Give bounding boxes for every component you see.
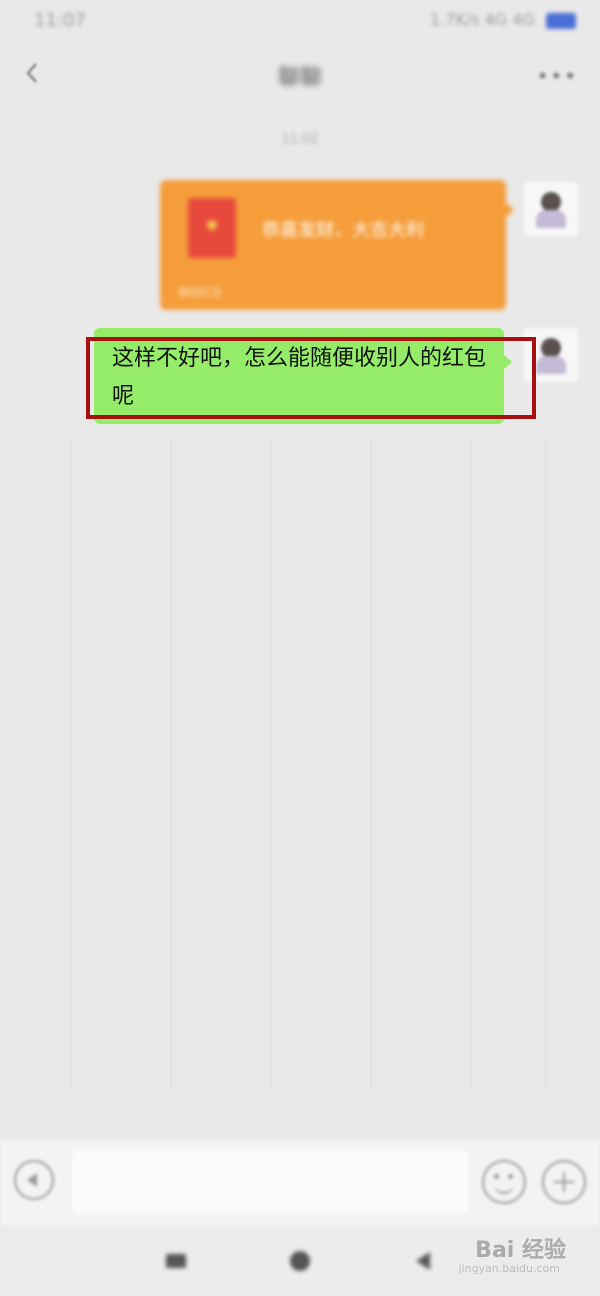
status-indicators: 1.7K/s 4G 4G — [430, 10, 576, 29]
red-packet-label: 微信红包 — [178, 286, 222, 299]
network-speed: 1.7K/s 4G 4G — [429, 10, 535, 29]
message-timestamp: 11:02 — [281, 132, 319, 147]
avatar[interactable] — [524, 182, 578, 236]
battery-icon — [546, 12, 576, 29]
watermark-brand: Bai 经验 — [475, 1238, 566, 1263]
red-envelope-icon — [188, 198, 236, 258]
input-bar — [0, 1140, 600, 1226]
menu-icon[interactable] — [166, 1254, 186, 1268]
chat-title: 聊聊 — [277, 66, 322, 91]
bubble-tail — [505, 202, 514, 218]
watermark-url: jingyan.baidu.com — [458, 1262, 560, 1275]
emoji-button[interactable] — [482, 1160, 526, 1204]
chat-header: 聊聊 ••• — [0, 46, 600, 102]
more-button[interactable]: ••• — [537, 64, 578, 88]
more-icon: ••• — [536, 64, 578, 88]
red-packet-message[interactable]: 恭喜发财，大吉大利 微信红包 — [160, 180, 514, 310]
voice-button[interactable] — [14, 1160, 54, 1200]
background-texture — [60, 440, 550, 1090]
back-triangle-icon[interactable] — [416, 1252, 430, 1270]
status-time: 11:07 — [34, 10, 86, 31]
message-input[interactable] — [72, 1150, 468, 1214]
red-packet-greeting: 恭喜发财，大吉大利 — [262, 220, 424, 241]
highlight-box — [86, 337, 536, 419]
status-bar: 11:07 1.7K/s 4G 4G — [0, 0, 600, 46]
home-icon[interactable] — [290, 1251, 310, 1271]
plus-button[interactable] — [542, 1160, 586, 1204]
